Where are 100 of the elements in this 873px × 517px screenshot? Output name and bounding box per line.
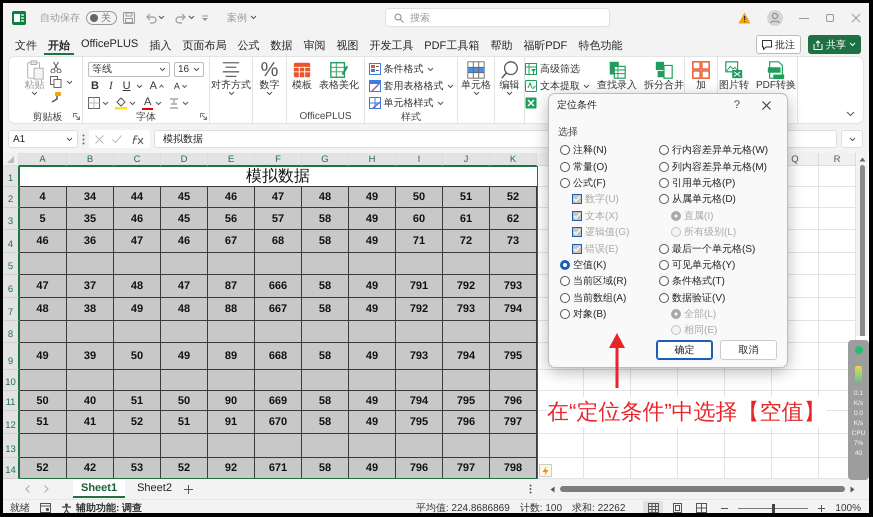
- customize-toolbar-icon[interactable]: [201, 14, 209, 22]
- ribbon-button[interactable]: PDF转换: [754, 59, 798, 91]
- ribbon-button[interactable]: 加: [689, 59, 713, 91]
- row-header[interactable]: 10: [3, 370, 19, 391]
- font-size-field[interactable]: 16: [174, 62, 204, 76]
- borders-icon[interactable]: [88, 97, 100, 109]
- underline-button[interactable]: U: [120, 78, 134, 94]
- ribbon-button[interactable]: 查找录入: [595, 59, 639, 91]
- radio-button[interactable]: [560, 145, 570, 156]
- row-header[interactable]: 11: [3, 391, 19, 411]
- column-header[interactable]: F: [255, 153, 302, 166]
- column-header[interactable]: A: [19, 153, 67, 166]
- scroll-up-icon[interactable]: [858, 157, 866, 162]
- ribbon-button[interactable]: 图片转: [717, 59, 751, 91]
- column-header[interactable]: R: [819, 153, 856, 166]
- macro-record-icon[interactable]: [40, 503, 51, 513]
- menu-tab[interactable]: 开发工具: [365, 34, 418, 54]
- row-header[interactable]: 5: [3, 253, 19, 275]
- font-color-button[interactable]: A: [142, 96, 154, 110]
- row-header[interactable]: 7: [3, 298, 19, 321]
- accessibility-status[interactable]: 辅助功能: 调查: [76, 501, 142, 513]
- dialog-button[interactable]: 取消: [720, 340, 777, 360]
- ribbon-button[interactable]: 表格美化: [317, 59, 361, 91]
- ribbon-button[interactable]: 高级筛选: [523, 61, 582, 77]
- comment-button[interactable]: 批注: [756, 35, 801, 54]
- column-header[interactable]: I: [396, 153, 443, 166]
- cut-icon[interactable]: [50, 61, 62, 73]
- shrink-font-button[interactable]: A: [170, 78, 190, 94]
- ribbon-button[interactable]: 文本提取: [523, 78, 592, 94]
- ribbon-button[interactable]: 单元格样式: [366, 95, 446, 111]
- menu-tab[interactable]: PDF工具箱: [420, 34, 484, 54]
- radio-button[interactable]: [659, 145, 669, 156]
- radio-button[interactable]: [659, 292, 669, 303]
- scroll-left-icon[interactable]: [550, 486, 555, 492]
- column-header[interactable]: C: [114, 153, 161, 166]
- radio-button[interactable]: [659, 276, 669, 286]
- row-header[interactable]: 4: [3, 230, 19, 253]
- maximize-icon[interactable]: [825, 12, 835, 22]
- column-header[interactable]: K: [490, 153, 537, 166]
- menu-tab[interactable]: 视图: [332, 34, 362, 54]
- menu-tab[interactable]: 页面布局: [178, 34, 230, 54]
- fill-color-icon[interactable]: [115, 96, 127, 110]
- row-header[interactable]: 8: [3, 321, 19, 343]
- save-icon[interactable]: [123, 12, 135, 24]
- copy-icon[interactable]: [50, 76, 62, 88]
- radio-button[interactable]: [560, 178, 570, 188]
- dialog-launcher-icon[interactable]: [200, 113, 207, 120]
- menu-tab[interactable]: OfficePLUS: [77, 34, 142, 54]
- view-button[interactable]: [643, 501, 664, 513]
- cells-button[interactable]: 单元格: [459, 59, 493, 96]
- row-header[interactable]: 1: [3, 166, 19, 187]
- menu-tab[interactable]: 特色功能: [574, 34, 626, 54]
- radio-button[interactable]: [659, 244, 669, 254]
- alignment-button[interactable]: 对齐方式: [209, 59, 253, 96]
- redo-icon[interactable]: [175, 12, 187, 24]
- help-button[interactable]: ?: [728, 99, 746, 111]
- format-painter-icon[interactable]: [50, 91, 62, 103]
- row-header[interactable]: 14: [3, 458, 19, 479]
- radio-button[interactable]: [659, 194, 669, 204]
- menu-tab[interactable]: 福昕PDF: [519, 34, 572, 54]
- avatar-icon[interactable]: [767, 10, 783, 26]
- editing-button[interactable]: 编辑: [498, 59, 522, 96]
- grow-font-button[interactable]: A: [146, 78, 167, 94]
- menu-tab[interactable]: 数据: [266, 34, 296, 54]
- column-header[interactable]: D: [161, 153, 208, 166]
- scrollbar-thumb[interactable]: [860, 165, 864, 336]
- font-name-field[interactable]: 等线: [88, 62, 170, 76]
- row-header[interactable]: 12: [3, 411, 19, 434]
- share-button[interactable]: 共享: [808, 35, 861, 54]
- column-header[interactable]: J: [443, 153, 490, 166]
- column-header[interactable]: G: [302, 153, 349, 166]
- radio-button[interactable]: [560, 260, 570, 270]
- ribbon-button[interactable]: 模板: [290, 59, 314, 91]
- radio-button[interactable]: [659, 178, 669, 188]
- add-sheet-icon[interactable]: [184, 484, 193, 494]
- more-icon[interactable]: [529, 484, 532, 494]
- dialog-button[interactable]: 确定: [656, 340, 713, 360]
- collapse-ribbon-icon[interactable]: [846, 111, 855, 117]
- bold-button[interactable]: B: [88, 78, 102, 94]
- number-format-button[interactable]: % 数字: [258, 59, 282, 96]
- menu-tab[interactable]: 插入: [145, 34, 176, 54]
- column-header[interactable]: E: [208, 153, 255, 166]
- name-box[interactable]: A1: [8, 130, 78, 148]
- ribbon-button[interactable]: 套用表格格式: [366, 78, 456, 94]
- horizontal-scrollbar-thumb[interactable]: [560, 486, 845, 492]
- radio-button[interactable]: [560, 162, 570, 172]
- autosave-toggle[interactable]: 关: [86, 10, 117, 24]
- menu-tab[interactable]: 帮助: [486, 34, 516, 54]
- radio-button[interactable]: [560, 309, 570, 320]
- radio-button[interactable]: [560, 292, 570, 303]
- radio-button[interactable]: [560, 276, 570, 286]
- row-header[interactable]: 6: [3, 275, 19, 298]
- radio-button[interactable]: [659, 260, 669, 270]
- accessibility-icon[interactable]: [61, 502, 72, 513]
- insert-function-icon[interactable]: [130, 134, 144, 144]
- close-icon[interactable]: [851, 12, 861, 22]
- vertical-scrollbar[interactable]: [856, 153, 868, 336]
- ribbon-button[interactable]: 条件格式: [366, 61, 436, 77]
- menu-tab[interactable]: 文件: [11, 34, 41, 54]
- zoom-in-icon[interactable]: [818, 504, 826, 512]
